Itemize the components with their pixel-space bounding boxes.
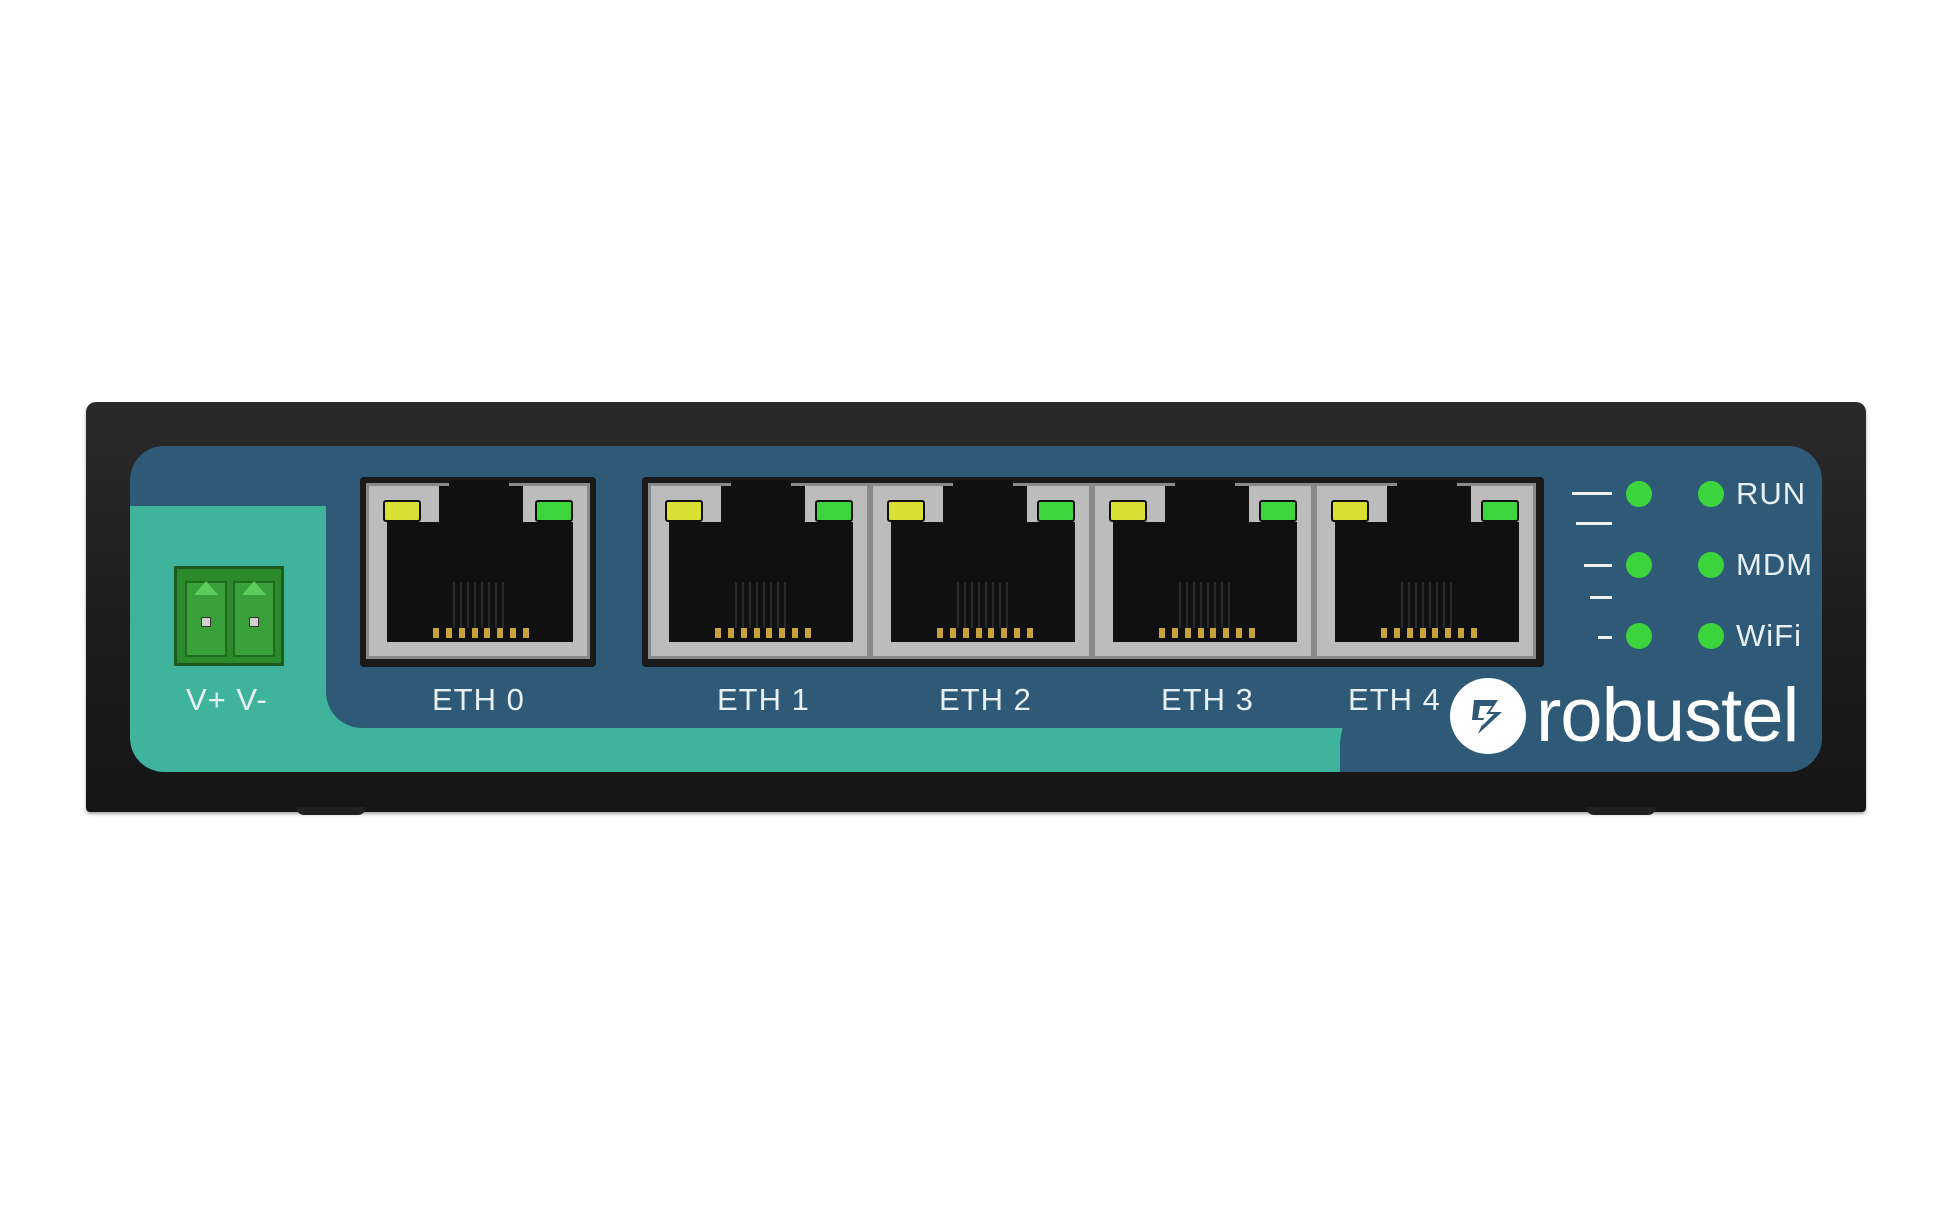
- device-foot-right: [1586, 807, 1656, 815]
- power-slot-negative: [233, 581, 275, 657]
- screw-pin-icon: [249, 617, 259, 627]
- rj45-port-icon[interactable]: [870, 480, 1092, 659]
- indicator-dash: [1590, 596, 1612, 599]
- signal-led-icon: [1626, 552, 1652, 578]
- slot-arrow-icon: [242, 581, 266, 595]
- brand-name: robustel: [1536, 673, 1799, 758]
- signal-led-icon: [1626, 481, 1652, 507]
- slot-arrow-icon: [194, 581, 218, 595]
- rj45-port-icon[interactable]: [1314, 480, 1536, 659]
- rj45-port-icon[interactable]: [366, 480, 590, 659]
- indicator-dash: [1576, 522, 1612, 525]
- run-led-icon: [1698, 481, 1724, 507]
- eth0-frame: [360, 477, 596, 667]
- link-led-yellow-icon: [887, 500, 925, 522]
- mdm-label: MDM: [1736, 547, 1814, 582]
- indicator-dash: [1598, 636, 1612, 639]
- logo-mark-icon: [1472, 700, 1502, 734]
- port-label-eth1: ETH 1: [717, 682, 810, 717]
- run-label: RUN: [1736, 476, 1807, 511]
- indicator-dash: [1572, 492, 1612, 495]
- power-terminal-block-icon[interactable]: [174, 566, 284, 666]
- port-label-eth0: ETH 0: [432, 682, 525, 717]
- eth1-4-frame: [642, 477, 1544, 667]
- port-label-eth3: ETH 3: [1161, 682, 1254, 717]
- activity-led-green-icon: [535, 500, 573, 522]
- router-device: V+ V- ETH 0 ETH 1 ETH 2 ETH 3 ETH 4 RUN …: [86, 402, 1866, 815]
- rj45-port-icon[interactable]: [648, 480, 870, 659]
- activity-led-green-icon: [1037, 500, 1075, 522]
- power-label: V+ V-: [186, 682, 268, 717]
- activity-led-green-icon: [1481, 500, 1519, 522]
- robustel-logo-icon: [1450, 678, 1526, 754]
- front-faceplate: V+ V- ETH 0 ETH 1 ETH 2 ETH 3 ETH 4 RUN …: [130, 446, 1822, 772]
- signal-led-icon: [1626, 623, 1652, 649]
- link-led-yellow-icon: [665, 500, 703, 522]
- activity-led-green-icon: [1259, 500, 1297, 522]
- port-label-eth2: ETH 2: [939, 682, 1032, 717]
- link-led-yellow-icon: [1331, 500, 1369, 522]
- link-led-yellow-icon: [1109, 500, 1147, 522]
- wifi-label: WiFi: [1736, 618, 1802, 653]
- power-slot-positive: [185, 581, 227, 657]
- indicator-dash: [1584, 564, 1612, 567]
- activity-led-green-icon: [815, 500, 853, 522]
- port-label-eth4: ETH 4: [1348, 682, 1441, 717]
- wifi-led-icon: [1698, 623, 1724, 649]
- screw-pin-icon: [201, 617, 211, 627]
- rj45-port-icon[interactable]: [1092, 480, 1314, 659]
- link-led-yellow-icon: [383, 500, 421, 522]
- mdm-led-icon: [1698, 552, 1724, 578]
- device-foot-left: [296, 807, 366, 815]
